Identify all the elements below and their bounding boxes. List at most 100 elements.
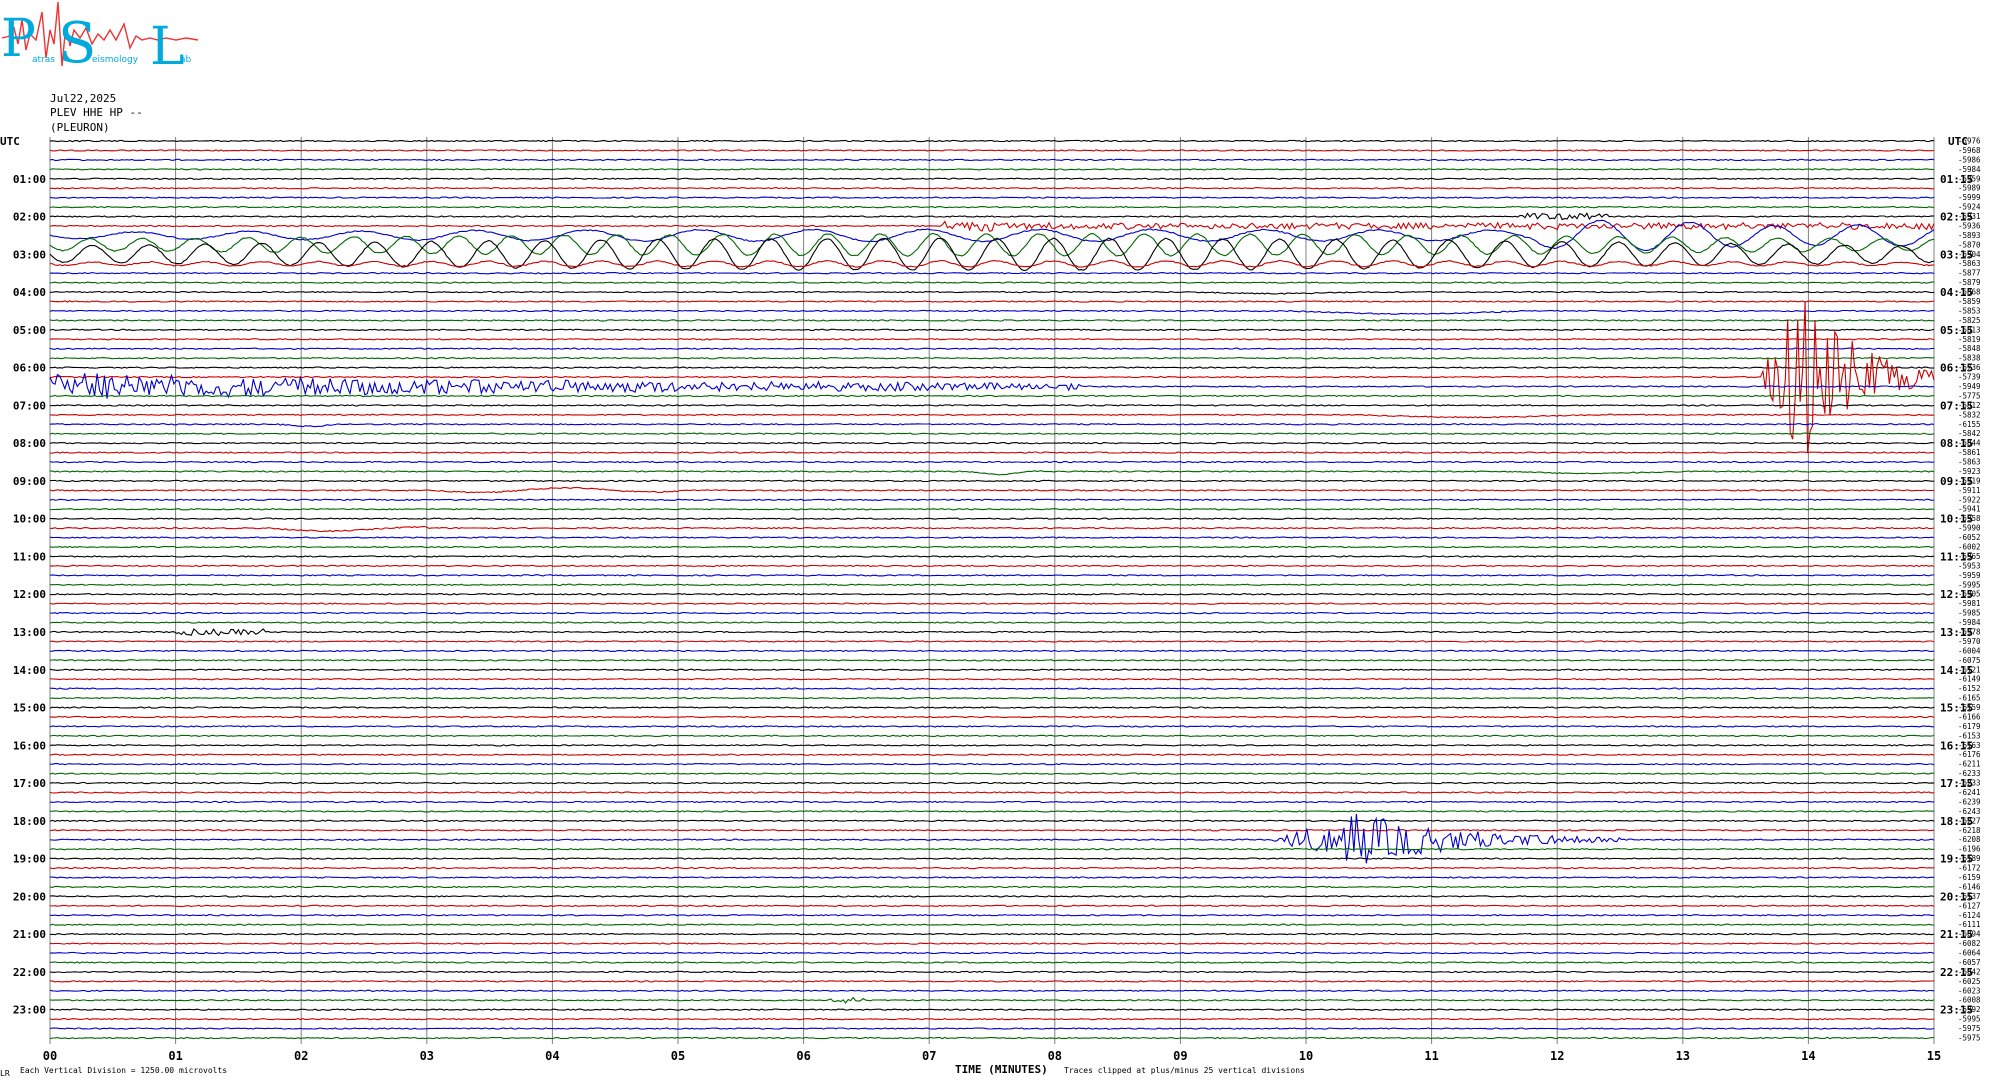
hour-label-right: 02:15 — [1940, 211, 1973, 224]
trace-offset-label: -5922 — [1958, 495, 1981, 504]
seismic-trace — [49, 394, 1935, 398]
seismic-trace — [49, 212, 1935, 221]
hour-label-left: 09:00 — [13, 475, 46, 488]
seismic-trace — [49, 942, 1935, 945]
trace-offset-label: -6152 — [1958, 684, 1981, 693]
clip-note: Traces clipped at plus/minus 25 vertical… — [1064, 1066, 1305, 1075]
seismic-trace — [49, 168, 1935, 171]
seismic-trace — [49, 357, 1935, 360]
hour-label-left: 01:00 — [13, 173, 46, 186]
seismic-trace — [49, 996, 1935, 1004]
hour-label-left: 15:00 — [13, 702, 46, 715]
seismic-trace — [49, 923, 1935, 926]
hour-label-right: 21:15 — [1940, 928, 1973, 941]
seismic-trace — [49, 498, 1935, 502]
x-axis-title: TIME (MINUTES) — [955, 1063, 1048, 1076]
hour-label-right: 18:15 — [1940, 815, 1973, 828]
seismic-trace — [49, 432, 1935, 435]
seismic-trace — [49, 772, 1935, 775]
seismic-trace — [49, 205, 1935, 209]
hour-label-left: 17:00 — [13, 777, 46, 790]
seismic-trace — [49, 628, 1935, 637]
seismic-trace — [50, 470, 1935, 476]
trace-offset-label: -5848 — [1958, 344, 1981, 353]
trace-offset-label: -5986 — [1958, 155, 1981, 164]
seismic-trace — [49, 219, 1935, 251]
trace-offset-label: -6211 — [1958, 760, 1981, 769]
x-tick-label: 14 — [1801, 1049, 1815, 1063]
seismic-trace — [49, 564, 1935, 568]
seismic-trace — [49, 980, 1935, 983]
trace-offset-label: -6064 — [1958, 949, 1981, 958]
seismic-trace — [49, 592, 1935, 596]
hour-label-left: 18:00 — [13, 815, 46, 828]
seismic-trace — [49, 281, 1934, 284]
seismic-trace — [49, 574, 1935, 577]
hour-label-left: 13:00 — [13, 626, 46, 639]
x-tick-label: 07 — [922, 1049, 936, 1063]
hour-label-left: 06:00 — [13, 362, 46, 375]
trace-offset-label: -5863 — [1958, 458, 1981, 467]
seismic-trace — [49, 186, 1934, 190]
seismic-trace — [49, 781, 1935, 785]
seismic-trace — [49, 668, 1934, 671]
hour-label-right: 12:15 — [1940, 588, 1973, 601]
trace-offset-label: -6179 — [1958, 722, 1981, 731]
hour-label-right: 19:15 — [1940, 853, 1973, 866]
trace-offset-label: -5853 — [1958, 306, 1981, 315]
seismic-trace — [49, 989, 1935, 993]
seismic-trace — [49, 536, 1935, 539]
seismic-trace — [49, 460, 1935, 464]
hour-label-right: 05:15 — [1940, 324, 1973, 337]
trace-offset-label: -5949 — [1958, 382, 1981, 391]
seismic-trace — [49, 677, 1935, 681]
x-tick-label: 12 — [1550, 1049, 1564, 1063]
seismic-trace — [49, 951, 1935, 955]
seismic-trace — [49, 932, 1935, 936]
seismic-trace — [49, 611, 1935, 615]
seismic-trace — [49, 961, 1935, 964]
seismic-trace — [49, 139, 1935, 143]
trace-offset-label: -5975 — [1958, 1034, 1981, 1043]
seismic-trace — [49, 744, 1935, 747]
seismic-trace — [49, 1036, 1935, 1040]
seismic-trace — [49, 220, 1935, 232]
seismic-trace — [49, 555, 1935, 558]
seismic-trace — [49, 800, 1935, 804]
hour-label-left: 12:00 — [13, 588, 46, 601]
seismic-trace — [49, 904, 1935, 908]
seismic-trace — [50, 583, 1935, 587]
seismic-trace — [49, 866, 1935, 870]
trace-offset-label: -5975 — [1958, 1024, 1981, 1033]
utc-left-label: UTC — [0, 135, 20, 148]
seismic-trace — [49, 819, 1935, 822]
hour-label-right: 03:15 — [1940, 248, 1973, 261]
hour-label-left: 03:00 — [13, 248, 46, 261]
seismic-trace — [49, 177, 1935, 180]
seismic-trace — [49, 328, 1935, 332]
x-tick-label: 10 — [1299, 1049, 1313, 1063]
hour-label-left: 21:00 — [13, 928, 46, 941]
seismic-trace — [49, 895, 1935, 898]
seismic-trace — [49, 659, 1935, 662]
x-tick-label: 06 — [796, 1049, 810, 1063]
seismic-trace — [49, 487, 1935, 494]
seismic-trace — [49, 734, 1935, 738]
trace-offset-label: -5893 — [1958, 231, 1981, 240]
seismic-trace — [49, 847, 1935, 851]
hour-label-left: 11:00 — [13, 550, 46, 563]
seismic-trace — [49, 300, 1935, 303]
seismic-trace — [49, 885, 1935, 889]
trace-offset-label: -6124 — [1958, 911, 1981, 920]
hour-label-left: 22:00 — [13, 966, 46, 979]
hour-label-left: 08:00 — [13, 437, 46, 450]
hour-label-right: 08:15 — [1940, 437, 1973, 450]
seismic-trace — [49, 441, 1935, 445]
seismic-trace — [49, 1027, 1935, 1030]
seismic-trace — [49, 508, 1935, 511]
seismic-trace — [49, 517, 1935, 520]
seismic-trace — [49, 290, 1935, 295]
hour-label-left: 20:00 — [13, 890, 46, 903]
seismic-trace — [49, 810, 1935, 813]
seismic-trace — [49, 762, 1935, 766]
